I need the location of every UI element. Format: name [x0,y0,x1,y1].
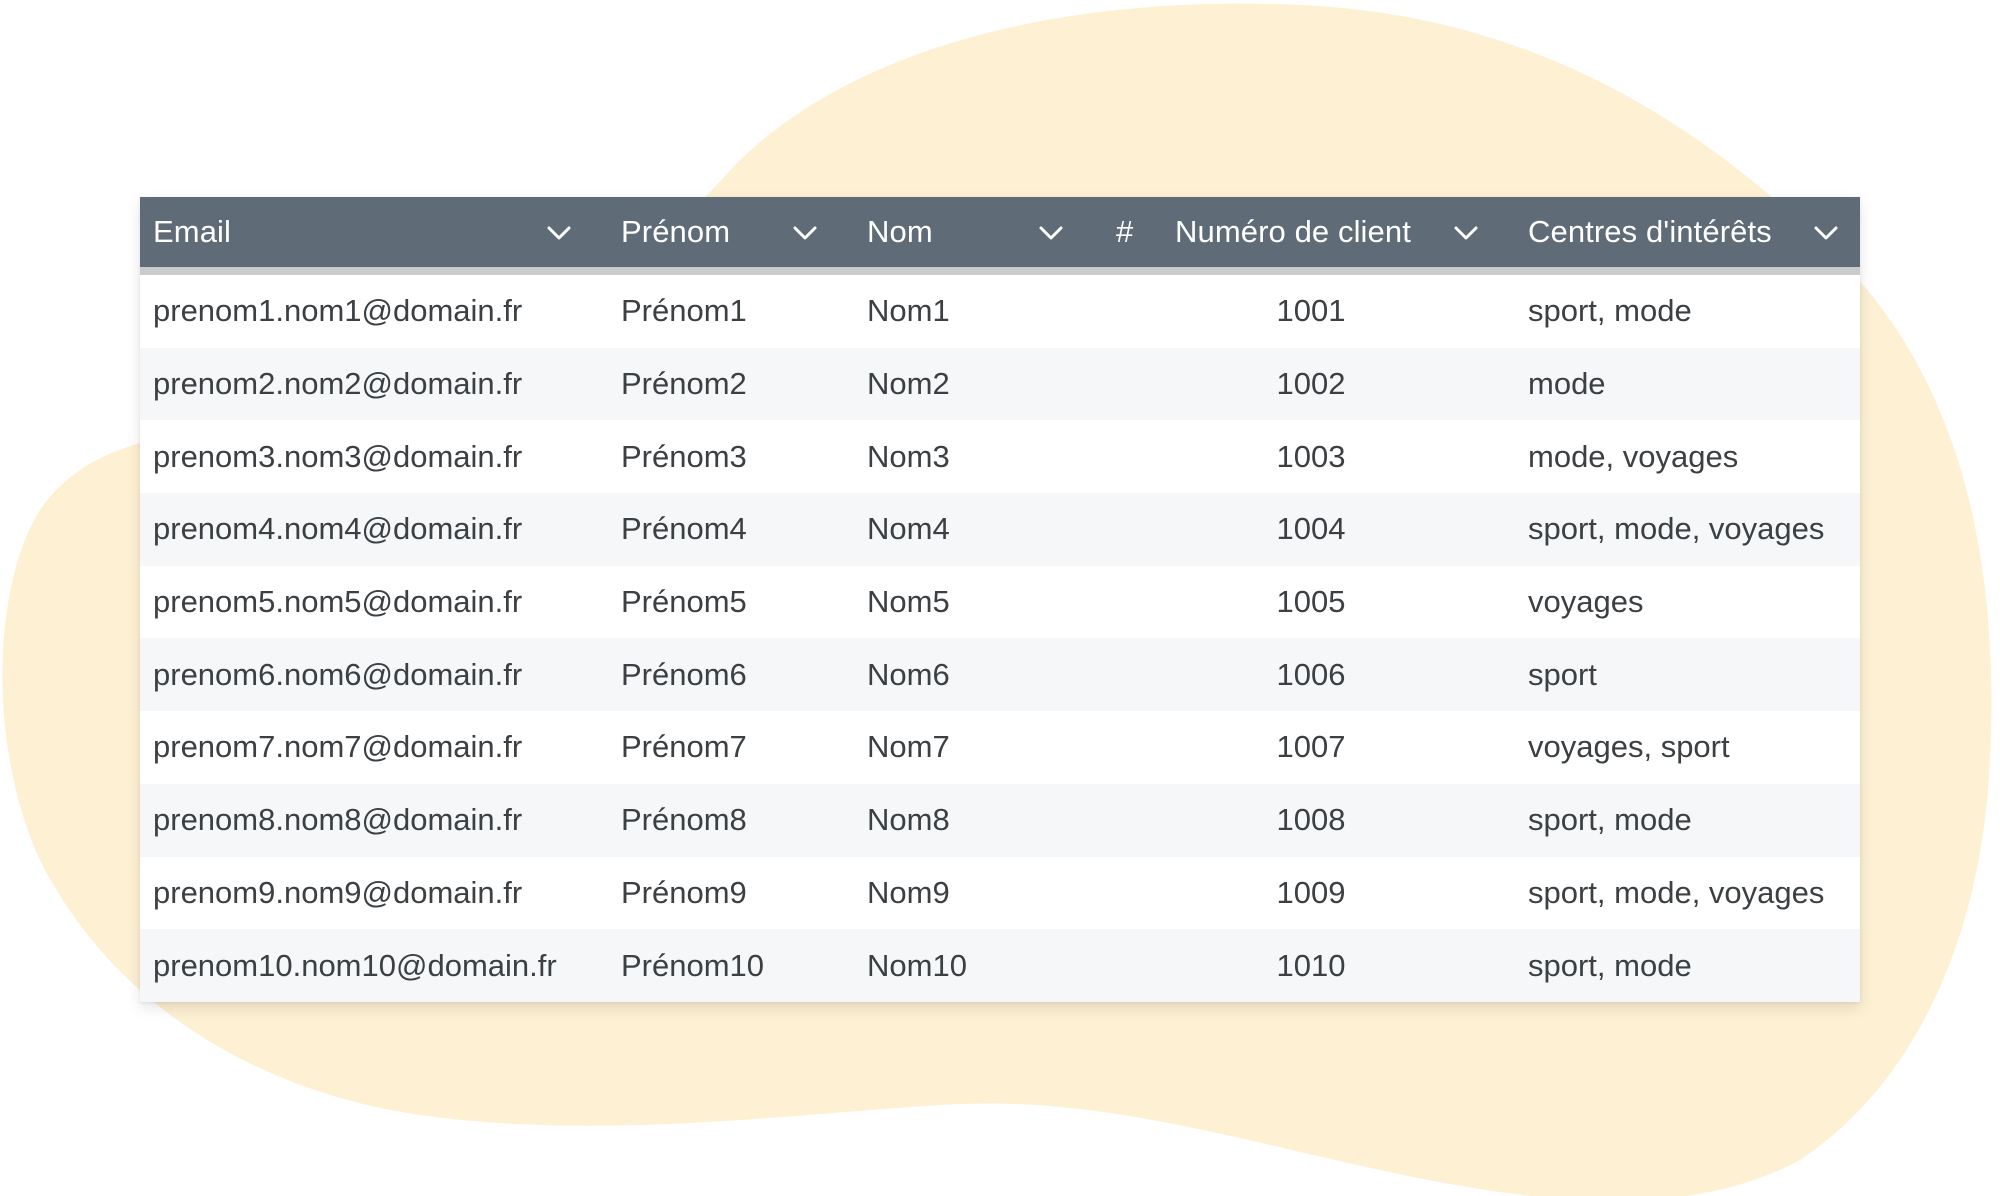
cell-email: prenom5.nom5@domain.fr [153,584,523,620]
cell-email: prenom2.nom2@domain.fr [153,366,523,402]
column-header-nom[interactable]: Nom [867,197,933,267]
cell-numero: 1007 [1276,729,1346,765]
cell-prenom: Prénom1 [621,293,747,329]
table-row[interactable]: prenom9.nom9@domain.fr Prénom9 Nom9 1009… [140,857,1860,930]
table-row[interactable]: prenom4.nom4@domain.fr Prénom4 Nom4 1004… [140,493,1860,566]
column-header-prenom[interactable]: Prénom [621,197,730,267]
cell-nom: Nom10 [867,947,967,983]
cell-prenom: Prénom10 [621,947,765,983]
cell-centres: sport [1528,656,1597,692]
cell-prenom: Prénom2 [621,366,747,402]
column-header-centres[interactable]: Centres d'intérêts [1528,197,1772,267]
chevron-down-icon[interactable] [1812,219,1840,247]
table-row[interactable]: prenom1.nom1@domain.fr Prénom1 Nom1 1001… [140,275,1860,348]
table-row[interactable]: prenom10.nom10@domain.fr Prénom10 Nom10 … [140,929,1860,1002]
column-header-label: Centres d'intérêts [1528,214,1772,249]
data-table: Email Prénom Nom # Numéro de client Cent… [140,197,1860,1002]
column-header-label: Numéro de client [1175,214,1411,249]
cell-email: prenom9.nom9@domain.fr [153,874,523,910]
cell-numero: 1001 [1276,293,1346,329]
cell-email: prenom1.nom1@domain.fr [153,293,523,329]
cell-centres: voyages, sport [1528,729,1730,765]
table-row[interactable]: prenom5.nom5@domain.fr Prénom5 Nom5 1005… [140,566,1860,639]
cell-nom: Nom7 [867,729,950,765]
cell-nom: Nom9 [867,874,950,910]
cell-numero: 1002 [1276,366,1346,402]
cell-prenom: Prénom4 [621,511,747,547]
chevron-down-icon[interactable] [1037,219,1065,247]
cell-email: prenom8.nom8@domain.fr [153,802,523,838]
cell-prenom: Prénom6 [621,656,747,692]
cell-email: prenom7.nom7@domain.fr [153,729,523,765]
table-body: prenom1.nom1@domain.fr Prénom1 Nom1 1001… [140,275,1860,1002]
cell-nom: Nom2 [867,366,950,402]
cell-numero: 1005 [1276,584,1346,620]
cell-numero: 1006 [1276,656,1346,692]
table-row[interactable]: prenom8.nom8@domain.fr Prénom8 Nom8 1008… [140,783,1860,857]
cell-centres: voyages [1528,584,1644,620]
page: Email Prénom Nom # Numéro de client Cent… [0,0,2000,1196]
cell-nom: Nom5 [867,584,950,620]
table-row[interactable]: prenom2.nom2@domain.fr Prénom2 Nom2 1002… [140,347,1860,421]
cell-centres: mode, voyages [1528,438,1739,474]
cell-numero: 1009 [1276,874,1346,910]
cell-email: prenom6.nom6@domain.fr [153,656,523,692]
cell-prenom: Prénom7 [621,729,747,765]
cell-centres: sport, mode [1528,802,1692,838]
cell-numero: 1008 [1276,802,1346,838]
cell-nom: Nom8 [867,802,950,838]
chevron-down-icon[interactable] [545,219,573,247]
column-header-label: Email [153,214,232,249]
cell-numero: 1004 [1276,511,1346,547]
cell-email: prenom4.nom4@domain.fr [153,511,523,547]
column-header-label: Nom [867,214,933,249]
cell-centres: sport, mode [1528,293,1692,329]
cell-nom: Nom6 [867,656,950,692]
chevron-down-icon[interactable] [1452,219,1480,247]
cell-email: prenom3.nom3@domain.fr [153,438,523,474]
header-divider [140,267,1860,275]
cell-nom: Nom3 [867,438,950,474]
cell-prenom: Prénom8 [621,802,747,838]
table-header: Email Prénom Nom # Numéro de client Cent… [140,197,1860,267]
numeric-column-marker: # [1116,214,1134,249]
cell-centres: sport, mode, voyages [1528,874,1825,910]
cell-centres: sport, mode, voyages [1528,511,1825,547]
cell-email: prenom10.nom10@domain.fr [153,947,557,983]
cell-centres: mode [1528,366,1606,402]
cell-prenom: Prénom9 [621,874,747,910]
table-row[interactable]: prenom3.nom3@domain.fr Prénom3 Nom3 1003… [140,420,1860,493]
cell-numero: 1003 [1276,438,1346,474]
cell-centres: sport, mode [1528,947,1692,983]
cell-prenom: Prénom5 [621,584,747,620]
cell-numero: 1010 [1276,947,1346,983]
table-row[interactable]: prenom6.nom6@domain.fr Prénom6 Nom6 1006… [140,638,1860,712]
table-row[interactable]: prenom7.nom7@domain.fr Prénom7 Nom7 1007… [140,711,1860,784]
chevron-down-icon[interactable] [791,219,819,247]
column-header-email[interactable]: Email [153,197,231,267]
column-header-label: Prénom [621,214,731,249]
column-header-numero[interactable]: Numéro de client [1175,197,1411,267]
cell-nom: Nom1 [867,293,950,329]
cell-prenom: Prénom3 [621,438,747,474]
cell-nom: Nom4 [867,511,950,547]
